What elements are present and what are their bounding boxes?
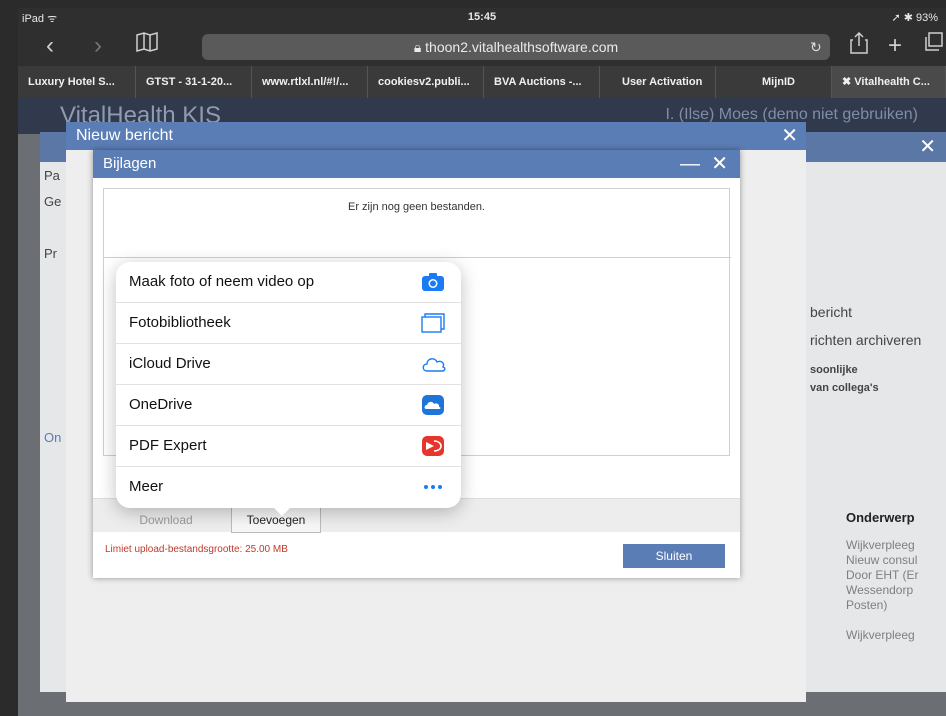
photo-library-icon — [421, 312, 445, 334]
share-icon[interactable] — [850, 31, 868, 62]
picker-item-more[interactable]: Meer — [116, 467, 461, 508]
browser-tab[interactable]: Luxury Hotel S... — [18, 66, 136, 98]
browser-tab[interactable]: User Activation — [600, 66, 716, 98]
table-cell: Posten) — [846, 598, 888, 612]
background-text: bericht — [810, 304, 853, 320]
status-bar: iPad ᯤ 15:45 ➚ ✱ 93% — [18, 8, 946, 26]
background-label: Pr — [44, 246, 57, 261]
pdf-expert-icon — [421, 435, 445, 457]
document-picker-popover: Maak foto of neem video op Fotobibliothe… — [116, 262, 461, 508]
battery-status: ➚ ✱ 93% — [891, 12, 938, 24]
url-text: thoon2.vitalhealthsoftware.com — [425, 39, 619, 55]
lock-icon: 🔒︎ — [413, 39, 426, 55]
close-icon[interactable]: ✕ — [711, 150, 728, 178]
background-label: Ge — [44, 194, 62, 209]
background-text: richten archiveren — [810, 332, 922, 348]
status-time: 15:45 — [467, 11, 497, 23]
picker-item-label: Fotobibliotheek — [129, 314, 231, 331]
new-message-header: Nieuw bericht ✕ — [66, 122, 806, 150]
browser-tab-active[interactable]: ✖ Vitalhealth C... — [832, 66, 946, 98]
table-cell: Nieuw consul — [846, 553, 918, 567]
cloud-icon — [421, 353, 446, 375]
close-button[interactable]: Sluiten — [623, 544, 725, 568]
picker-item-label: iCloud Drive — [129, 355, 211, 372]
dialog-title: Nieuw bericht — [76, 127, 173, 144]
dialog-title: Bijlagen — [103, 155, 157, 172]
background-text: soonlijke — [810, 364, 858, 376]
popover-arrow — [272, 506, 292, 516]
table-cell: Wijkverpleeg — [846, 628, 915, 642]
minimize-icon[interactable]: — — [680, 150, 700, 178]
upload-limit-text: Limiet upload-bestandsgrootte: 25.00 MB — [105, 544, 288, 555]
browser-tab[interactable]: www.rtlxl.nl/#!/... — [252, 66, 368, 98]
reload-icon[interactable]: ↻ — [810, 34, 822, 60]
download-button[interactable]: Download — [123, 509, 209, 531]
browser-tab[interactable]: GTST - 31-1-20... — [136, 66, 252, 98]
browser-tab-label: Vitalhealth C... — [854, 76, 930, 88]
table-cell: Door EHT (Er — [846, 568, 919, 582]
browser-tab[interactable]: cookiesv2.publi... — [368, 66, 484, 98]
close-tab-icon[interactable]: ✖ — [842, 76, 854, 88]
more-icon — [421, 476, 445, 498]
picker-item-label: Meer — [129, 478, 164, 495]
attachments-header: Bijlagen — ✕ — [93, 150, 740, 178]
background-label: Pa — [44, 168, 60, 183]
divider — [104, 257, 731, 258]
bookmarks-icon[interactable] — [136, 32, 158, 60]
background-label: On — [44, 430, 62, 445]
table-cell: Wijkverpleeg — [846, 538, 915, 552]
browser-toolbar: ‹ › 🔒︎ thoon2.vitalhealthsoftware.com ↻ … — [18, 26, 946, 66]
camera-icon — [421, 271, 445, 293]
table-header-onderwerp: Onderwerp — [846, 510, 915, 525]
table-cell: Wessendorp — [846, 583, 914, 597]
empty-message: Er zijn nog geen bestanden. — [348, 201, 485, 213]
picker-item-onedrive[interactable]: OneDrive — [116, 385, 461, 426]
address-bar[interactable]: 🔒︎ thoon2.vitalhealthsoftware.com — [202, 34, 830, 60]
new-tab-icon[interactable]: + — [888, 32, 902, 60]
browser-tab[interactable]: BVA Auctions -... — [484, 66, 600, 98]
picker-item-label: Maak foto of neem video op — [129, 273, 315, 290]
forward-icon[interactable]: › — [94, 32, 102, 60]
close-icon[interactable]: ✕ — [919, 134, 936, 159]
picker-item-pdf-expert[interactable]: PDF Expert — [116, 426, 461, 467]
picker-item-label: OneDrive — [129, 396, 193, 413]
picker-item-label: PDF Expert — [129, 437, 207, 454]
close-icon[interactable]: ✕ — [781, 122, 798, 150]
tabs-icon[interactable] — [924, 32, 944, 60]
picker-item-camera[interactable]: Maak foto of neem video op — [116, 262, 461, 303]
picker-item-photo-library[interactable]: Fotobibliotheek — [116, 303, 461, 344]
tab-strip: Luxury Hotel S... GTST - 31-1-20... www.… — [18, 66, 946, 98]
browser-tab[interactable]: MijnID — [716, 66, 832, 98]
back-icon[interactable]: ‹ — [46, 32, 54, 60]
picker-item-icloud-drive[interactable]: iCloud Drive — [116, 344, 461, 385]
onedrive-icon — [421, 394, 445, 416]
background-text: van collega's — [810, 382, 879, 394]
